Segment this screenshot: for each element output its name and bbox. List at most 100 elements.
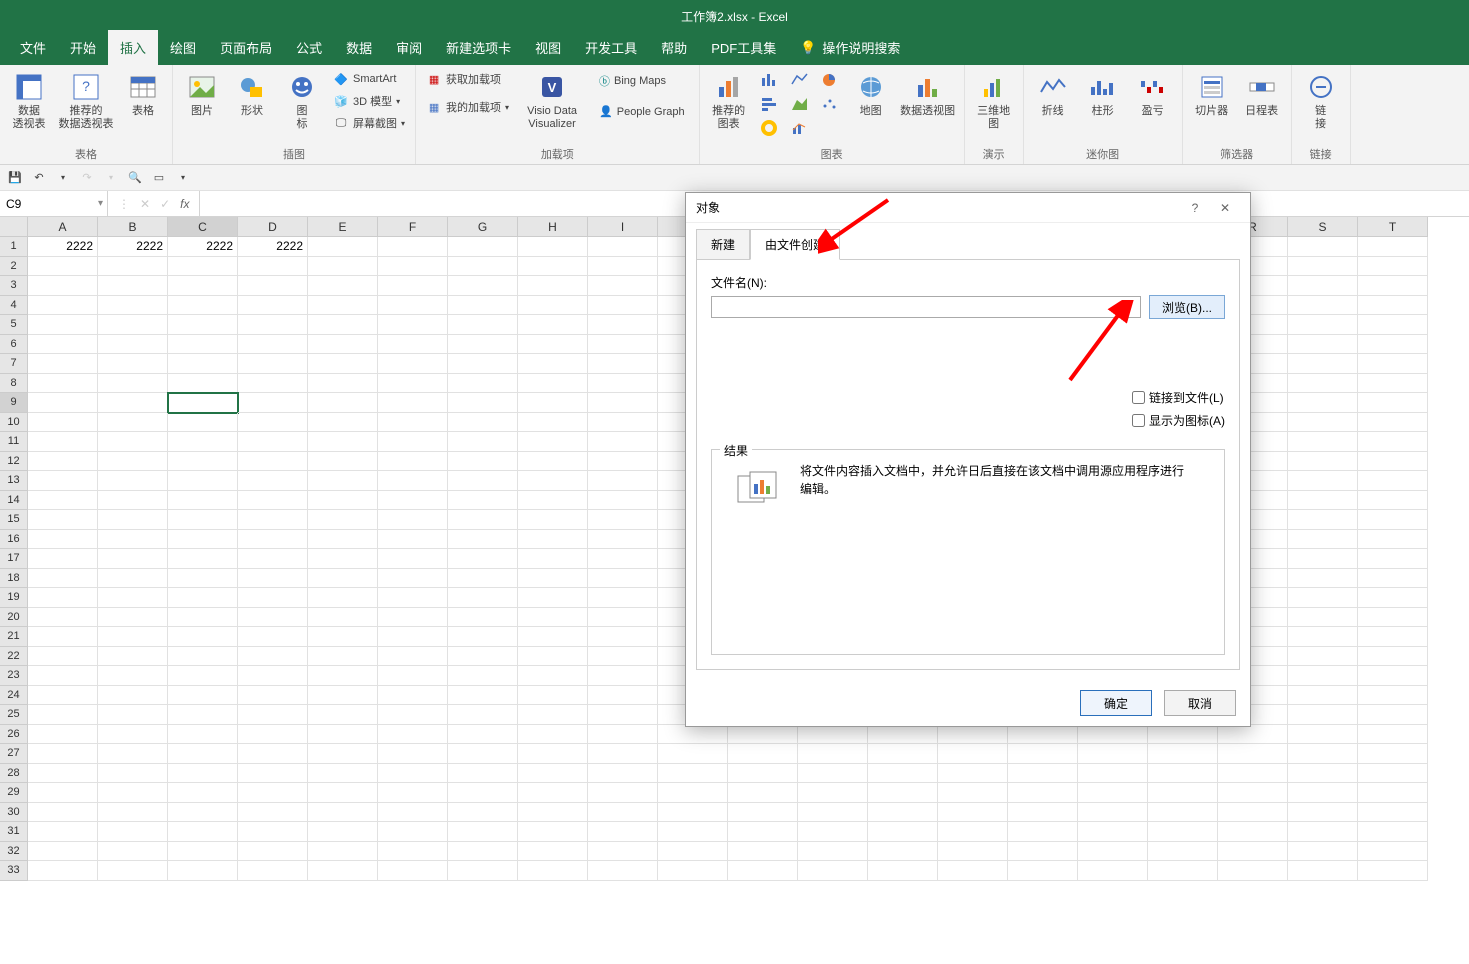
cell[interactable] (448, 861, 518, 881)
cell[interactable] (518, 725, 588, 745)
cell[interactable] (518, 276, 588, 296)
screenshot-button[interactable]: 🖵屏幕截图▾ (329, 113, 409, 133)
cell[interactable] (1288, 374, 1358, 394)
cell[interactable] (168, 861, 238, 881)
column-header[interactable]: I (588, 217, 658, 237)
cell[interactable] (1358, 510, 1428, 530)
cell[interactable] (168, 569, 238, 589)
cell[interactable] (378, 237, 448, 257)
cell[interactable] (1358, 666, 1428, 686)
cell[interactable] (28, 549, 98, 569)
cell[interactable] (1288, 705, 1358, 725)
cell[interactable] (378, 686, 448, 706)
cell[interactable] (1218, 783, 1288, 803)
cell[interactable] (238, 686, 308, 706)
cell[interactable] (168, 627, 238, 647)
slicer-button[interactable]: 切片器 (1189, 67, 1235, 122)
column-header[interactable]: G (448, 217, 518, 237)
cell[interactable] (308, 276, 378, 296)
cell[interactable] (448, 783, 518, 803)
cell[interactable] (1148, 842, 1218, 862)
icons-button[interactable]: 图 标 (279, 67, 325, 135)
cell[interactable] (168, 315, 238, 335)
my-addins-button[interactable]: ▦我的加载项▾ (422, 97, 513, 117)
row-header[interactable]: 21 (0, 627, 28, 647)
cell[interactable] (518, 491, 588, 511)
cell[interactable] (1288, 315, 1358, 335)
cell[interactable] (658, 803, 728, 823)
cell[interactable] (798, 861, 868, 881)
cell[interactable] (1078, 725, 1148, 745)
cell[interactable] (1008, 744, 1078, 764)
visio-button[interactable]: V Visio Data Visualizer (517, 67, 587, 135)
cell[interactable] (1358, 276, 1428, 296)
cell[interactable] (1358, 705, 1428, 725)
cell[interactable] (168, 686, 238, 706)
cell[interactable] (518, 354, 588, 374)
cell[interactable] (378, 354, 448, 374)
cell[interactable] (1218, 861, 1288, 881)
cell[interactable] (448, 315, 518, 335)
select-all-corner[interactable] (0, 217, 28, 237)
cell[interactable] (378, 335, 448, 355)
cell[interactable] (588, 803, 658, 823)
cell[interactable] (308, 510, 378, 530)
cell[interactable] (518, 608, 588, 628)
cell[interactable] (588, 861, 658, 881)
cell[interactable] (448, 257, 518, 277)
cell[interactable]: 2222 (98, 237, 168, 257)
cell[interactable] (448, 413, 518, 433)
cell[interactable] (28, 803, 98, 823)
cell[interactable] (98, 257, 168, 277)
cell[interactable] (308, 861, 378, 881)
cell[interactable] (1288, 608, 1358, 628)
cell[interactable] (1358, 374, 1428, 394)
cell[interactable] (168, 530, 238, 550)
cell[interactable] (238, 588, 308, 608)
cell[interactable] (448, 822, 518, 842)
cell[interactable] (798, 744, 868, 764)
cell[interactable] (378, 257, 448, 277)
cell[interactable] (588, 335, 658, 355)
row-header[interactable]: 6 (0, 335, 28, 355)
cell[interactable] (28, 744, 98, 764)
cell[interactable] (308, 237, 378, 257)
cell[interactable] (28, 705, 98, 725)
cell[interactable] (588, 647, 658, 667)
area-chart-button[interactable] (786, 93, 814, 115)
cell[interactable] (238, 861, 308, 881)
cell[interactable] (168, 549, 238, 569)
cell[interactable] (1288, 861, 1358, 881)
cell[interactable] (798, 822, 868, 842)
row-header[interactable]: 8 (0, 374, 28, 394)
cell[interactable] (28, 822, 98, 842)
cell[interactable] (588, 237, 658, 257)
cell[interactable] (588, 530, 658, 550)
cell[interactable] (308, 315, 378, 335)
cell[interactable] (448, 393, 518, 413)
cell[interactable] (378, 842, 448, 862)
cell[interactable] (238, 764, 308, 784)
cell[interactable] (518, 842, 588, 862)
row-header[interactable]: 10 (0, 413, 28, 433)
cell[interactable] (238, 471, 308, 491)
cell[interactable] (1008, 861, 1078, 881)
cell[interactable] (448, 530, 518, 550)
cell[interactable] (308, 413, 378, 433)
cell[interactable] (28, 315, 98, 335)
cell[interactable] (1358, 588, 1428, 608)
cell[interactable] (1288, 842, 1358, 862)
cell[interactable] (168, 803, 238, 823)
cell[interactable] (238, 666, 308, 686)
cell[interactable] (28, 471, 98, 491)
cell[interactable] (448, 842, 518, 862)
cell[interactable] (98, 432, 168, 452)
cell[interactable] (378, 569, 448, 589)
cell[interactable] (378, 861, 448, 881)
cell[interactable] (168, 491, 238, 511)
cell[interactable] (868, 861, 938, 881)
cell[interactable] (518, 413, 588, 433)
row-header[interactable]: 17 (0, 549, 28, 569)
shapes-button[interactable]: 形状 (229, 67, 275, 122)
cell[interactable] (588, 764, 658, 784)
